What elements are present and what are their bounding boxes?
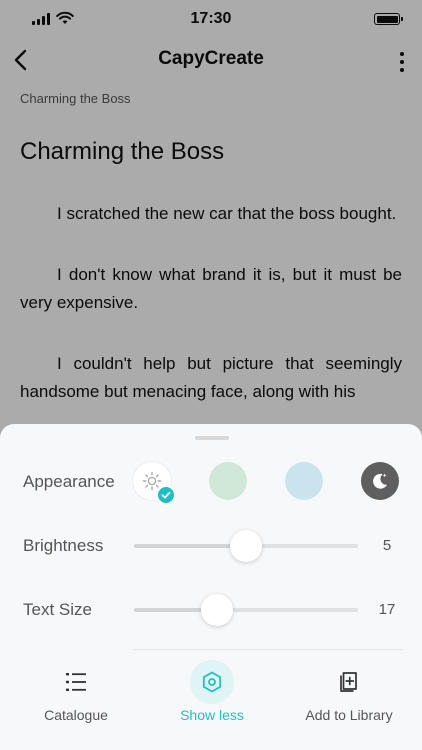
brightness-slider-knob[interactable] — [230, 530, 262, 562]
list-icon — [66, 673, 86, 691]
brightness-label: Brightness — [23, 536, 104, 555]
appearance-label: Appearance — [23, 472, 115, 491]
text-size-slider-knob[interactable] — [200, 594, 233, 626]
add-to-library-label: Add to Library — [305, 707, 393, 723]
hexagon-settings-icon — [202, 671, 222, 693]
text-size-value: 17 — [378, 601, 396, 618]
blue-theme-swatch[interactable] — [285, 462, 323, 500]
text-size-slider[interactable] — [134, 594, 358, 626]
divider — [134, 649, 402, 650]
brightness-slider[interactable] — [134, 530, 358, 562]
catalogue-label: Catalogue — [44, 707, 108, 723]
reading-settings-sheet: Appearance Brightness 5 Text Size 17 Cat… — [0, 424, 422, 750]
text-size-label: Text Size — [23, 600, 92, 619]
add-to-library-button[interactable]: Add to Library — [279, 660, 419, 730]
moon-icon — [373, 473, 387, 489]
show-less-label: Show less — [180, 707, 244, 723]
add-book-icon — [340, 672, 357, 692]
catalogue-button[interactable]: Catalogue — [6, 660, 146, 730]
green-theme-swatch[interactable] — [209, 462, 247, 500]
sheet-drag-handle[interactable] — [195, 436, 229, 440]
brightness-value: 5 — [382, 537, 392, 554]
show-less-button[interactable]: Show less — [142, 660, 282, 730]
selected-check-icon — [156, 485, 176, 505]
night-theme-swatch[interactable] — [361, 462, 399, 500]
